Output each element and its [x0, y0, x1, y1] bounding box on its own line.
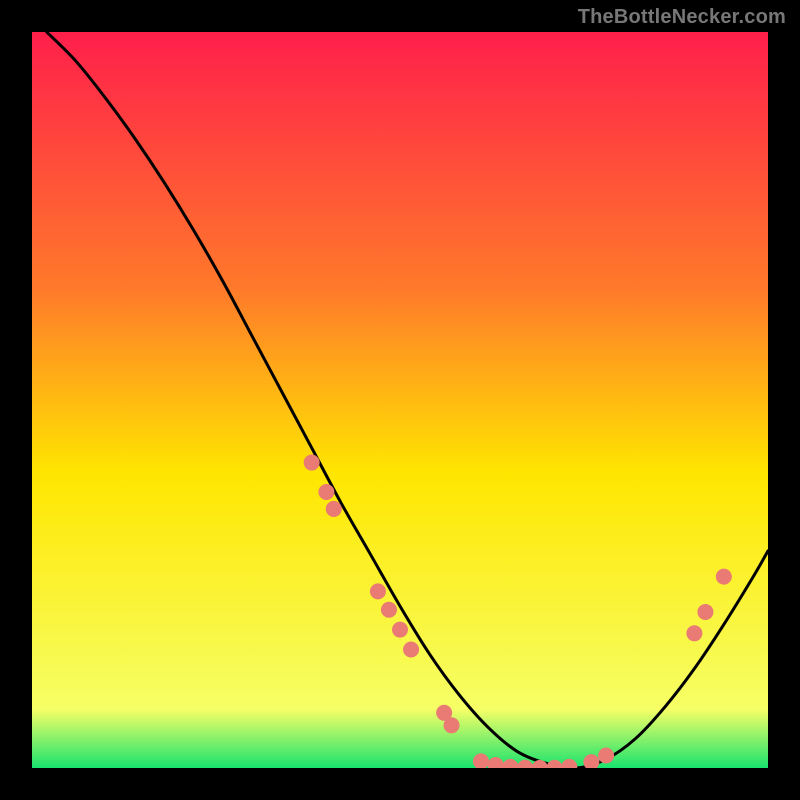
data-point	[318, 484, 334, 500]
data-point	[403, 642, 419, 658]
data-point	[716, 569, 732, 585]
data-point	[598, 747, 614, 763]
data-point	[304, 455, 320, 471]
data-point	[326, 501, 342, 517]
gradient-background	[32, 32, 768, 768]
data-point	[370, 583, 386, 599]
data-point	[697, 604, 713, 620]
data-point	[381, 602, 397, 618]
chart-frame: TheBottleNecker.com	[0, 0, 800, 800]
chart-svg	[32, 32, 768, 768]
watermark-text: TheBottleNecker.com	[578, 6, 786, 29]
data-point	[392, 622, 408, 638]
data-point	[686, 625, 702, 641]
data-point	[444, 717, 460, 733]
chart-plot-area	[32, 32, 768, 768]
